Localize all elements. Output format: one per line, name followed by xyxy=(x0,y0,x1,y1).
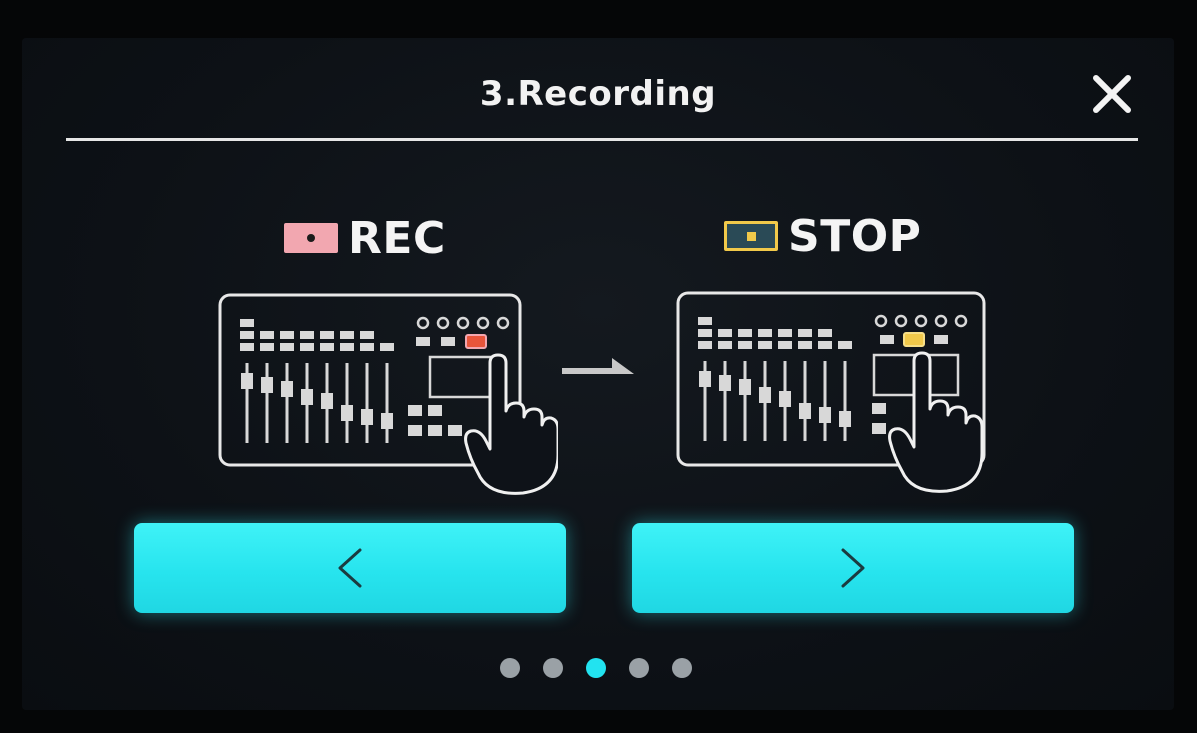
chevron-left-icon xyxy=(338,548,362,588)
stop-step-label: STOP xyxy=(724,206,921,266)
dialog-title: 3.Recording xyxy=(479,74,717,114)
arrow-right-icon xyxy=(562,358,634,374)
page-indicator xyxy=(500,658,692,678)
mixer-rec-illustration xyxy=(218,293,558,495)
page-dot-5[interactable] xyxy=(672,658,692,678)
next-button[interactable] xyxy=(632,523,1074,613)
stop-indicator-icon xyxy=(724,221,778,251)
title-divider xyxy=(66,138,1138,141)
rec-step-label: REC xyxy=(284,208,446,268)
close-button[interactable] xyxy=(1084,66,1140,122)
rec-label-text: REC xyxy=(348,212,446,264)
page-dot-3-active[interactable] xyxy=(586,658,606,678)
page-dot-1[interactable] xyxy=(500,658,520,678)
stop-label-text: STOP xyxy=(788,210,922,262)
touch-screen: 3.Recording REC STOP xyxy=(22,38,1174,710)
chevron-right-icon xyxy=(841,548,865,588)
page-dot-2[interactable] xyxy=(543,658,563,678)
close-icon xyxy=(1093,75,1131,113)
mixer-stop-illustration xyxy=(676,291,986,493)
rec-indicator-icon xyxy=(284,223,338,253)
page-dot-4[interactable] xyxy=(629,658,649,678)
previous-button[interactable] xyxy=(134,523,566,613)
